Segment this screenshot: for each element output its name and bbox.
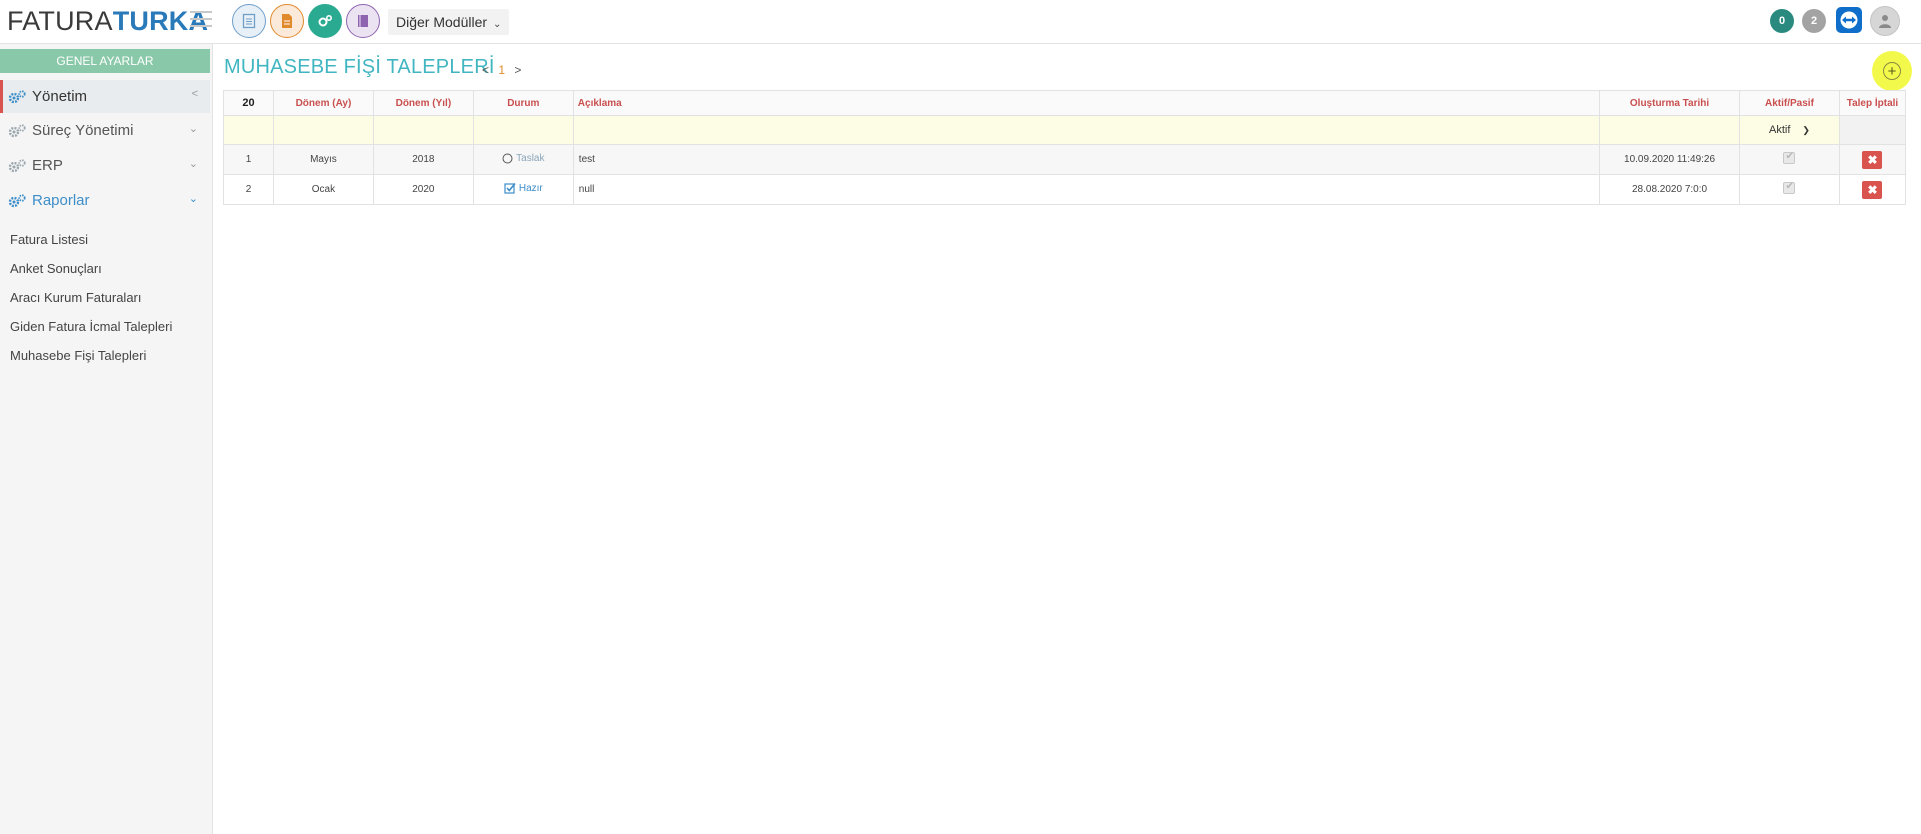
sidebar-subitem-anket-sonuclari[interactable]: Anket Sonuçları (10, 261, 102, 276)
gears-icon (318, 14, 333, 27)
filter-aktif-pasif[interactable]: Aktif ❯ (1739, 115, 1840, 145)
table-row[interactable]: 1 Mayıs 2018 Taslak test 10.09.2020 11:4… (223, 144, 1907, 175)
pager-current-page[interactable]: 1 (498, 63, 505, 77)
cell-aciklama: null (572, 174, 1601, 205)
status-label: Hazır (518, 182, 543, 194)
sidebar-subitem-fatura-listesi[interactable]: Fatura Listesi (10, 232, 88, 247)
column-header-durum[interactable]: Durum (472, 90, 574, 116)
aktif-pasif-select-value: Aktif (1769, 124, 1791, 136)
cell-aktif (1739, 144, 1840, 175)
sidebar-item-label: Raporlar (32, 192, 90, 209)
gears-icon (7, 89, 29, 105)
top-bar: FATURATURKA Diğer Modüller ⌄ 0 2 (0, 0, 1921, 44)
sidebar-subitem-muhasebe-fisi[interactable]: Muhasebe Fişi Talepleri (10, 348, 146, 363)
requests-table: 20 Dönem (Ay) Dönem (Yıl) Durum Açıklama… (223, 90, 1907, 205)
other-modules-dropdown[interactable]: Diğer Modüller ⌄ (388, 9, 510, 35)
cell-no: 1 (223, 144, 274, 175)
cell-durum: Hazır (472, 174, 574, 205)
aktif-pasif-select[interactable]: Aktif ❯ (1769, 124, 1810, 136)
sidebar-subitem-giden-fatura-icmal[interactable]: Giden Fatura İcmal Talepleri (10, 319, 172, 334)
cancel-request-button[interactable]: ✖ (1862, 150, 1883, 169)
cell-donem-ay: Mayıs (272, 144, 374, 175)
sidebar-item-erp[interactable]: ERP ⌄ (0, 149, 210, 182)
app-logo[interactable]: FATURATURKA (7, 6, 208, 36)
filter-cell (223, 115, 274, 145)
file-module-button[interactable] (270, 4, 304, 38)
cell-aciklama: test (572, 144, 1601, 175)
sidebar: GENEL AYARLAR Yönetim < Süreç Yönetimi ⌄… (0, 44, 213, 834)
chevron-down-icon: ⌄ (188, 193, 198, 205)
document-module-button[interactable] (232, 4, 266, 38)
gears-icon (7, 158, 29, 174)
gears-icon (7, 123, 29, 139)
radio-circle-icon (502, 153, 513, 163)
cell-talep-iptali: ✖ (1838, 144, 1907, 175)
cell-olusturma-tarihi: 10.09.2020 11:49:26 (1599, 144, 1740, 175)
active-checkbox[interactable] (1783, 181, 1796, 194)
file-icon (282, 14, 292, 28)
plus-icon: + (1883, 62, 1901, 80)
pager-next-button[interactable]: > (514, 63, 521, 77)
chevron-down-icon: ❯ (1802, 124, 1810, 135)
user-avatar-icon[interactable] (1870, 6, 1900, 36)
chevron-down-icon: ⌄ (493, 19, 502, 30)
cell-durum: Taslak (472, 144, 574, 175)
message-badge[interactable]: 2 (1802, 9, 1826, 33)
column-header-talep-iptali[interactable]: Talep İptali (1838, 90, 1907, 116)
logo-part1: FATURA (7, 6, 113, 36)
filter-olusturma-tarihi[interactable] (1599, 115, 1740, 145)
sidebar-item-label: ERP (32, 157, 63, 174)
checked-box-icon (504, 182, 516, 194)
filter-row: Aktif ❯ (223, 115, 1907, 145)
sidebar-item-surec-yonetimi[interactable]: Süreç Yönetimi ⌄ (0, 114, 210, 147)
notification-badge[interactable]: 0 (1770, 9, 1794, 33)
chevron-down-icon: ⌄ (188, 158, 198, 170)
chevron-down-icon: ⌄ (188, 123, 198, 135)
column-header-donem-yil[interactable]: Dönem (Yıl) (372, 90, 474, 116)
filter-donem-yil[interactable] (372, 115, 474, 145)
gears-icon (7, 193, 29, 209)
sidebar-item-yonetim[interactable]: Yönetim < (0, 80, 210, 113)
filter-aciklama[interactable] (572, 115, 1601, 145)
cell-donem-yil: 2018 (372, 144, 474, 175)
status-label: Taslak (516, 152, 545, 164)
chevron-left-icon: < (191, 88, 198, 100)
column-header-aktif-pasif[interactable]: Aktif/Pasif (1739, 90, 1840, 116)
filter-cell (1838, 115, 1907, 145)
document-icon (242, 13, 256, 29)
table-row[interactable]: 2 Ocak 2020 Hazır null 28.08.2020 7:0:0 … (223, 174, 1907, 205)
column-header-olusturma-tarihi[interactable]: Oluşturma Tarihi (1599, 90, 1740, 116)
filter-durum[interactable] (472, 115, 574, 145)
page-size-selector[interactable]: 20 (223, 90, 274, 116)
settings-module-button[interactable] (308, 4, 342, 38)
column-header-aciklama[interactable]: Açıklama (572, 90, 1601, 116)
table-header-row: 20 Dönem (Ay) Dönem (Yıl) Durum Açıklama… (223, 90, 1907, 116)
hamburger-menu-icon[interactable] (190, 11, 212, 29)
cell-donem-yil: 2020 (372, 174, 474, 205)
page-title: MUHASEBE FİŞİ TALEPLERİ (224, 56, 495, 78)
other-modules-label: Diğer Modüller (396, 14, 488, 30)
cell-aktif (1739, 174, 1840, 205)
sidebar-item-raporlar[interactable]: Raporlar ⌄ (0, 184, 210, 217)
cancel-request-button[interactable]: ✖ (1862, 180, 1883, 199)
teamviewer-icon[interactable] (1836, 7, 1862, 33)
column-header-donem-ay[interactable]: Dönem (Ay) (272, 90, 374, 116)
pagination: < 1 > (482, 63, 521, 77)
filter-donem-ay[interactable] (272, 115, 374, 145)
cell-olusturma-tarihi: 28.08.2020 7:0:0 (1599, 174, 1740, 205)
book-module-button[interactable] (346, 4, 380, 38)
pager-prev-button[interactable]: < (482, 63, 489, 77)
sidebar-header-general-settings[interactable]: GENEL AYARLAR (0, 49, 210, 73)
cell-donem-ay: Ocak (272, 174, 374, 205)
cell-talep-iptali: ✖ (1838, 174, 1907, 205)
add-new-button[interactable]: + (1872, 51, 1912, 91)
book-icon (358, 15, 368, 27)
sidebar-subitem-araci-kurum-faturalari[interactable]: Aracı Kurum Faturaları (10, 290, 142, 305)
cell-no: 2 (223, 174, 274, 205)
sidebar-item-label: Yönetim (32, 88, 88, 105)
sidebar-item-label: Süreç Yönetimi (32, 122, 134, 139)
active-checkbox[interactable] (1783, 151, 1796, 164)
